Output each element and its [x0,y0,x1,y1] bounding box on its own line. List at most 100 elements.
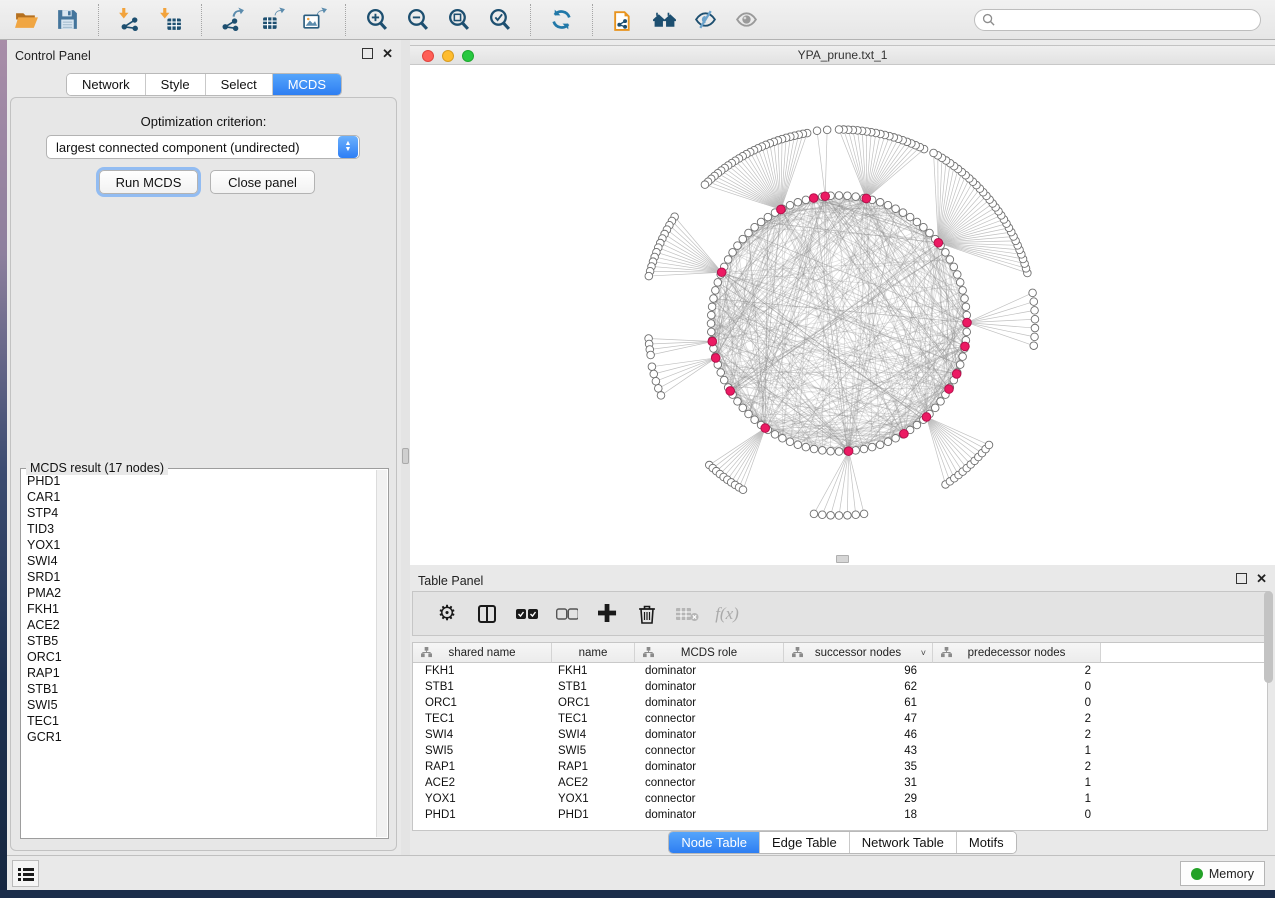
table-row[interactable]: ORC1ORC1dominator610 [413,695,1267,711]
table-row[interactable]: STB1STB1dominator620 [413,679,1267,695]
horizontal-splitter-handle[interactable] [836,555,849,563]
mcds-result-item[interactable]: FKH1 [21,601,376,617]
search-field[interactable] [974,9,1261,31]
column-header-MCDS-role[interactable]: MCDS role [635,643,784,663]
zoom-selected-button[interactable] [479,2,520,38]
mcds-result-item[interactable]: GCR1 [21,729,376,745]
tab-network[interactable]: Network [67,74,146,95]
network-window-titlebar[interactable]: YPA_prune.txt_1 [410,46,1275,65]
network-document-button[interactable] [603,2,644,38]
split-panel-button[interactable] [467,596,507,632]
hide-graphics-details-button[interactable] [685,2,726,38]
mcds-result-item[interactable]: ORC1 [21,649,376,665]
close-panel-button[interactable]: Close panel [210,170,315,194]
table-body: FKH1FKH1dominator962STB1STB1dominator620… [413,663,1267,823]
mcds-result-item[interactable]: TEC1 [21,713,376,729]
tab-motifs[interactable]: Motifs [957,832,1016,853]
add-column-button[interactable] [587,596,627,632]
table-row[interactable]: YOX1YOX1connector291 [413,791,1267,807]
splitter-handle[interactable] [402,448,409,464]
sort-chevron-icon[interactable]: ˅ [921,648,926,658]
deselect-all-button[interactable] [547,596,587,632]
delete-column-button[interactable] [627,596,667,632]
float-panel-icon[interactable] [1236,573,1247,584]
table-row[interactable]: ACE2ACE2connector311 [413,775,1267,791]
select-all-button[interactable] [507,596,547,632]
tab-select[interactable]: Select [206,74,273,95]
table-cell: SWI5 [413,743,552,759]
column-type-icon [792,647,803,658]
mcds-result-item[interactable]: STP4 [21,505,376,521]
column-header-shared-name[interactable]: shared name [413,643,552,663]
export-image-icon [302,7,327,32]
import-network-button[interactable] [109,2,150,38]
mcds-result-item[interactable]: STB5 [21,633,376,649]
mcds-result-item[interactable]: SWI4 [21,553,376,569]
task-history-button[interactable] [12,860,39,887]
export-table-button[interactable] [253,2,294,38]
gear-button[interactable]: ⚙ [427,596,467,632]
memory-button[interactable]: Memory [1180,861,1265,886]
mcds-result-item[interactable]: PMA2 [21,585,376,601]
table-cell: TEC1 [413,711,552,727]
mcds-result-item[interactable]: TID3 [21,521,376,537]
function-icon: f(x) [715,604,739,624]
run-mcds-button[interactable]: Run MCDS [99,170,198,194]
table-row[interactable]: SWI4SWI4dominator462 [413,727,1267,743]
float-panel-icon[interactable] [362,48,373,59]
table-cell: 1 [933,775,1101,791]
zoom-in-button[interactable] [356,2,397,38]
table-scrollbar[interactable] [1264,591,1273,683]
tab-edge-table[interactable]: Edge Table [760,832,850,853]
save-icon [55,7,80,32]
table-cell: 2 [933,711,1101,727]
table-row[interactable]: RAP1RAP1dominator352 [413,759,1267,775]
mcds-result-item[interactable]: PHD1 [21,473,376,489]
zoom-fit-button[interactable] [438,2,479,38]
open-folder-icon [14,7,39,32]
import-table-button[interactable] [150,2,191,38]
export-image-button[interactable] [294,2,335,38]
show-graphics-details-button[interactable] [726,2,767,38]
search-input[interactable] [995,13,1260,27]
mcds-result-item[interactable]: SWI5 [21,697,376,713]
home-pair-button[interactable] [644,2,685,38]
tab-network-table[interactable]: Network Table [850,832,957,853]
open-folder-button[interactable] [6,2,47,38]
save-session-button[interactable] [47,2,88,38]
column-header-predecessor-nodes[interactable]: predecessor nodes [933,643,1101,663]
table-cell: 0 [933,679,1101,695]
mcds-list-scrollbar[interactable] [376,470,387,837]
table-cell: 47 [784,711,933,727]
criterion-dropdown[interactable]: largest connected component (undirected)… [46,135,360,159]
table-row[interactable]: FKH1FKH1dominator962 [413,663,1267,679]
mcds-result-item[interactable]: SRD1 [21,569,376,585]
zoom-out-button[interactable] [397,2,438,38]
table-cell: STB1 [413,679,552,695]
mcds-result-item[interactable]: YOX1 [21,537,376,553]
tab-node-table[interactable]: Node Table [669,832,760,853]
table-row[interactable]: PHD1PHD1dominator180 [413,807,1267,823]
close-panel-icon[interactable]: ✕ [1256,573,1267,584]
table-cell: dominator [635,695,784,711]
tab-mcds[interactable]: MCDS [273,74,341,95]
refresh-button[interactable] [541,2,582,38]
mcds-result-item[interactable]: STB1 [21,681,376,697]
close-panel-icon[interactable]: ✕ [382,48,393,59]
mcds-result-list[interactable]: PHD1CAR1STP4TID3YOX1SWI4SRD1PMA2FKH1ACE2… [21,473,376,838]
table-cell: TEC1 [552,711,635,727]
vertical-splitter[interactable] [401,40,410,855]
network-canvas[interactable] [410,65,1275,565]
column-header-successor-nodes[interactable]: successor nodes˅ [784,643,933,663]
tab-style[interactable]: Style [146,74,206,95]
delete-table-button[interactable] [667,596,707,632]
mcds-result-item[interactable]: RAP1 [21,665,376,681]
function-builder-button[interactable]: f(x) [707,596,747,632]
table-row[interactable]: SWI5SWI5connector431 [413,743,1267,759]
mcds-result-item[interactable]: CAR1 [21,489,376,505]
export-network-button[interactable] [212,2,253,38]
table-cell: STB1 [552,679,635,695]
column-header-name[interactable]: name [552,643,635,663]
mcds-result-item[interactable]: ACE2 [21,617,376,633]
table-row[interactable]: TEC1TEC1connector472 [413,711,1267,727]
